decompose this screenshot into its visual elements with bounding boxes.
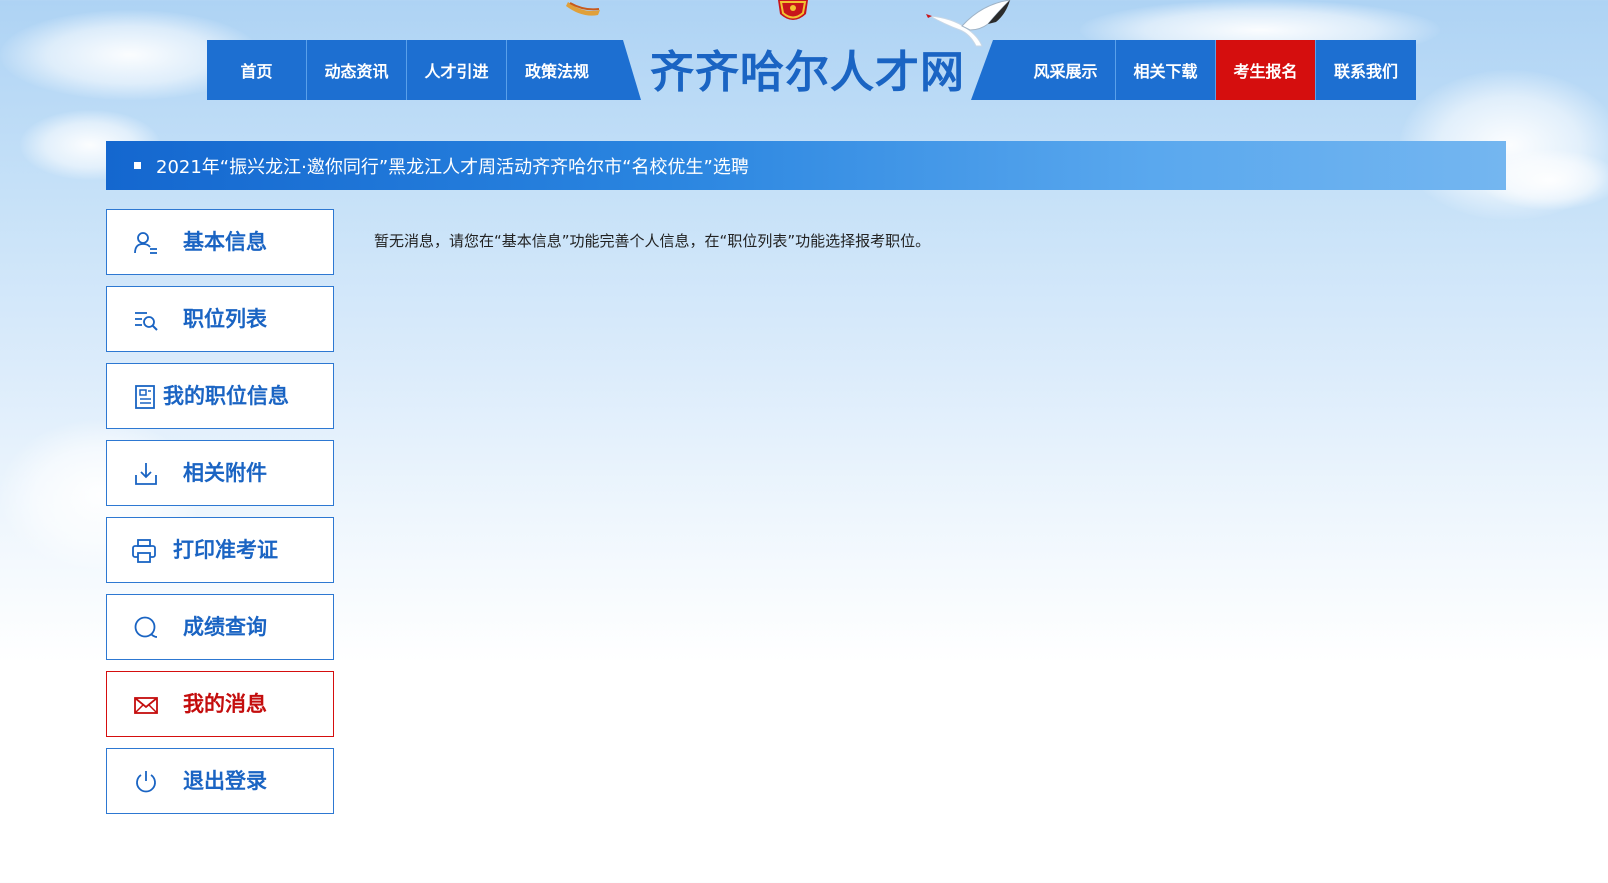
sidebar-item-label: 退出登录 — [183, 769, 267, 793]
national-emblem-icon — [778, 0, 808, 20]
nav-talent-introduction[interactable]: 人才引进 — [407, 40, 507, 100]
user-icon — [134, 232, 157, 254]
banner-title: 2021年“振兴龙江·邀你同行”黑龙江人才周活动齐齐哈尔市“名校优生”选聘 — [156, 156, 749, 178]
ribbon-icon — [566, 2, 600, 16]
main-nav-right: 风采展示 相关下载 考生报名 联系我们 — [1016, 40, 1416, 100]
printer-icon — [132, 539, 156, 563]
sidebar-item-my-messages[interactable]: 我的消息 — [106, 671, 334, 737]
main-nav-left: 首页 动态资讯 人才引进 政策法规 — [207, 40, 607, 100]
nav-wedge-left — [607, 40, 641, 100]
nav-home[interactable]: 首页 — [207, 40, 307, 100]
sidebar-item-score-query[interactable]: 成绩查询 — [106, 594, 334, 660]
mail-icon — [134, 697, 158, 714]
sidebar-item-label: 基本信息 — [183, 230, 267, 254]
sidebar-item-label: 打印准考证 — [173, 538, 278, 562]
sidebar-item-logout[interactable]: 退出登录 — [106, 748, 334, 814]
site-title: 齐齐哈尔人才网 — [650, 47, 965, 98]
event-banner: 2021年“振兴龙江·邀你同行”黑龙江人才周活动齐齐哈尔市“名校优生”选聘 — [106, 141, 1506, 190]
empty-message-text: 暂无消息，请您在“基本信息”功能完善个人信息，在“职位列表”功能选择报考职位。 — [374, 232, 931, 250]
power-icon — [136, 771, 156, 793]
nav-registration[interactable]: 考生报名 — [1216, 40, 1316, 100]
nav-news[interactable]: 动态资讯 — [307, 40, 407, 100]
nav-wedge-right — [971, 40, 1017, 100]
sidebar-item-label: 我的消息 — [183, 692, 267, 716]
sidebar-item-label: 相关附件 — [183, 461, 267, 485]
document-icon — [135, 385, 155, 409]
list-search-icon — [135, 312, 158, 331]
download-icon — [135, 463, 157, 485]
nav-policy[interactable]: 政策法规 — [507, 40, 607, 100]
nav-downloads[interactable]: 相关下载 — [1116, 40, 1216, 100]
nav-showcase[interactable]: 风采展示 — [1016, 40, 1116, 100]
sidebar-item-basic-info[interactable]: 基本信息 — [106, 209, 334, 275]
nav-contact[interactable]: 联系我们 — [1316, 40, 1416, 100]
sidebar-item-label: 我的职位信息 — [163, 384, 289, 408]
sidebar-item-job-list[interactable]: 职位列表 — [106, 286, 334, 352]
sidebar-menu: 基本信息 职位列表 我的职位信息 相关附件 打印准考证 成绩查询 我的消息 退出… — [106, 209, 334, 825]
sidebar-item-print-admission[interactable]: 打印准考证 — [106, 517, 334, 583]
sidebar-item-label: 职位列表 — [183, 307, 267, 331]
sidebar-item-attachments[interactable]: 相关附件 — [106, 440, 334, 506]
query-icon — [134, 616, 158, 638]
sidebar-item-label: 成绩查询 — [183, 615, 267, 639]
sidebar-item-my-job-info[interactable]: 我的职位信息 — [106, 363, 334, 429]
bullet-icon — [134, 162, 141, 169]
site-header: 首页 动态资讯 人才引进 政策法规 齐齐哈尔人才网 风采展示 相关下载 考生报名… — [0, 0, 1608, 110]
